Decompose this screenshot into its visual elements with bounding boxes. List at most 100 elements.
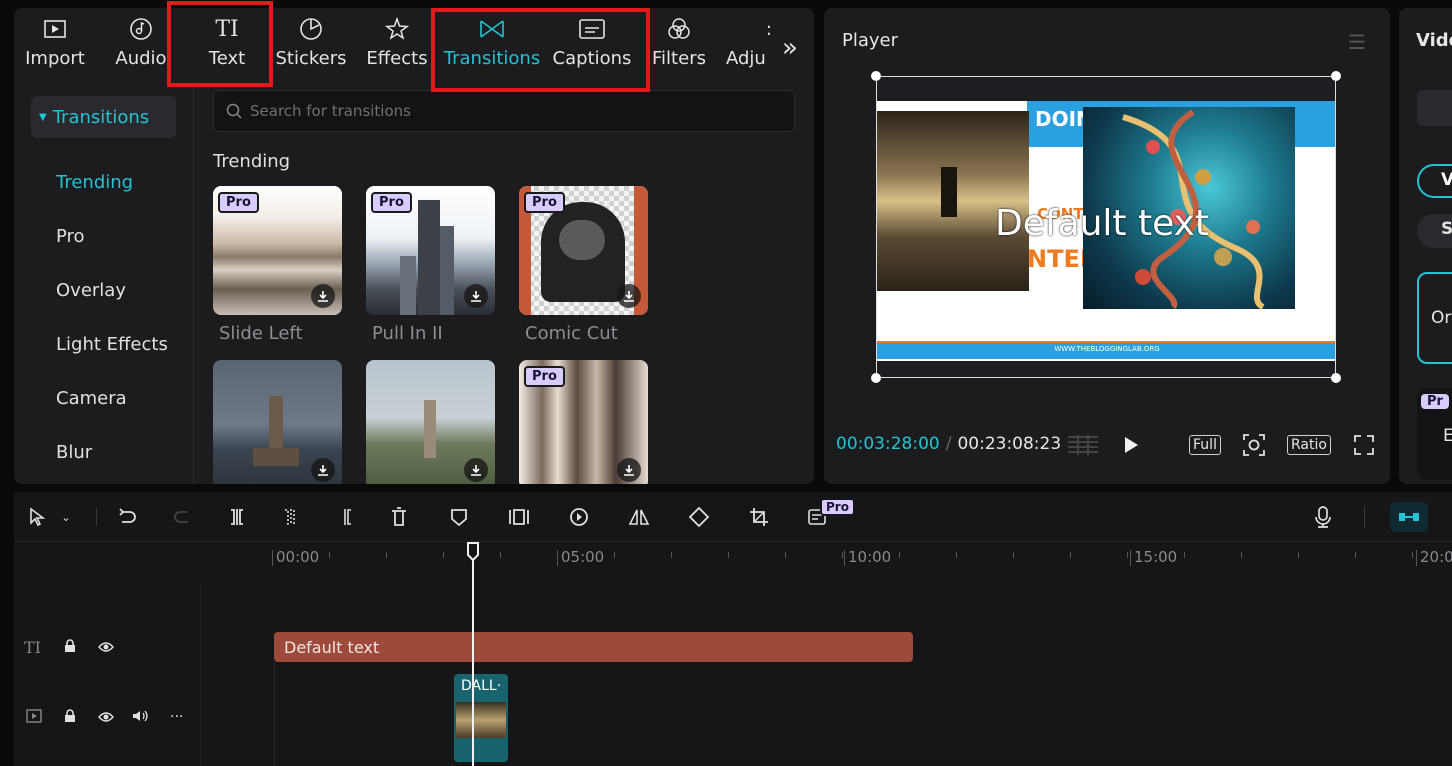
- property-field[interactable]: [1417, 90, 1452, 126]
- ratio-label: Ratio: [1287, 435, 1331, 455]
- option-card-2[interactable]: Pr E: [1417, 388, 1452, 480]
- transition-card-5[interactable]: [366, 360, 495, 484]
- video-clip[interactable]: DALL·: [454, 674, 508, 762]
- transition-card-4[interactable]: [213, 360, 342, 484]
- tab-captions[interactable]: Captions: [552, 14, 632, 78]
- download-icon[interactable]: [311, 458, 335, 482]
- tab-filters[interactable]: Filters: [648, 14, 710, 78]
- mirror-icon[interactable]: [626, 504, 652, 530]
- option-card-2-label: E: [1443, 426, 1452, 446]
- text-clip-label: Default text: [284, 637, 380, 657]
- eye-icon[interactable]: [98, 708, 114, 727]
- card-label: Slide Left: [219, 323, 303, 344]
- tab-effects[interactable]: Effects: [366, 14, 428, 78]
- text-clip[interactable]: Default text: [274, 632, 913, 662]
- tab-label: Import: [25, 48, 85, 69]
- time-ruler[interactable]: 00:00 05:00 10:00 15:00 20:0: [272, 542, 1452, 572]
- ruler-tick: [1127, 552, 1128, 558]
- redo-icon[interactable]: [170, 504, 196, 530]
- lock-icon[interactable]: [64, 638, 76, 657]
- sidebar-item-overlay[interactable]: Overlay: [56, 280, 126, 301]
- sidebar-item-blur[interactable]: Blur: [56, 442, 92, 463]
- sidebar-header-label: Transitions: [52, 106, 150, 128]
- undo-icon[interactable]: [114, 504, 140, 530]
- tab-adjust[interactable]: : Adju: [722, 14, 772, 78]
- ruler-tick: [1184, 552, 1185, 558]
- transition-card-6[interactable]: Pro: [519, 360, 648, 484]
- split-right-icon[interactable]: [332, 504, 358, 530]
- properties-title: Vide: [1416, 30, 1452, 51]
- filters-icon: [667, 14, 691, 44]
- playhead[interactable]: [472, 550, 474, 766]
- video-tab-button[interactable]: V: [1417, 164, 1452, 198]
- section-title: Trending: [213, 151, 291, 172]
- download-icon[interactable]: [311, 284, 335, 308]
- pro-badge: Pro: [820, 498, 855, 516]
- eye-icon[interactable]: [98, 638, 114, 657]
- speed-icon[interactable]: [566, 504, 592, 530]
- timeline-grid-icon[interactable]: [1066, 432, 1100, 458]
- overlay-default-text[interactable]: Default text: [995, 203, 1209, 244]
- sidebar-item-pro[interactable]: Pro: [56, 226, 85, 247]
- resize-handle[interactable]: [871, 71, 881, 81]
- tab-transitions[interactable]: Transitions: [444, 14, 540, 78]
- ratio-button[interactable]: Ratio: [1286, 432, 1332, 458]
- magnet-link-toggle[interactable]: [1390, 502, 1428, 532]
- microphone-icon[interactable]: [1310, 504, 1336, 530]
- search-bar: [213, 90, 795, 132]
- ruler-tick: [272, 552, 273, 558]
- tab-label: Captions: [552, 48, 632, 69]
- transition-card-comic-cut[interactable]: Pro: [519, 186, 648, 315]
- adjust-icon: :: [765, 18, 772, 40]
- ruler-tick: [956, 552, 957, 558]
- tab-stickers[interactable]: Stickers: [276, 14, 347, 78]
- transition-card-pull-in-ii[interactable]: Pro: [366, 186, 495, 315]
- split-icon[interactable]: [224, 504, 250, 530]
- menu-icon[interactable]: ☰: [1348, 30, 1366, 54]
- text-track-icon: TI: [24, 637, 41, 657]
- resize-handle[interactable]: [1331, 71, 1341, 81]
- option-card[interactable]: Or: [1417, 272, 1452, 364]
- search-input[interactable]: [250, 102, 770, 120]
- rotate-icon[interactable]: [686, 504, 712, 530]
- ruler-tick: [1070, 552, 1071, 558]
- tab-audio[interactable]: Audio: [110, 14, 172, 78]
- ruler-tick: [842, 552, 843, 558]
- tab-text[interactable]: TI Text: [196, 14, 258, 78]
- fullscreen-icon[interactable]: [1352, 432, 1376, 458]
- download-icon[interactable]: [464, 284, 488, 308]
- tab-import[interactable]: Import: [24, 14, 86, 78]
- split-left-icon[interactable]: [278, 504, 304, 530]
- video-preview[interactable]: DOING CONTE NTEN Default text WWW.THEBLO…: [876, 76, 1336, 378]
- download-icon[interactable]: [617, 284, 641, 308]
- crop-icon[interactable]: [746, 504, 772, 530]
- ruler-tick: [1013, 552, 1014, 558]
- marker-icon[interactable]: [446, 504, 472, 530]
- pro-badge: Pr: [1421, 394, 1449, 409]
- speed-tab-button[interactable]: S: [1417, 214, 1452, 248]
- delete-icon[interactable]: [386, 504, 412, 530]
- tab-label: Effects: [366, 48, 428, 69]
- sidebar-item-camera[interactable]: Camera: [56, 388, 127, 409]
- resize-handle[interactable]: [871, 373, 881, 383]
- download-icon[interactable]: [617, 458, 641, 482]
- more-tabs-button[interactable]: »: [772, 30, 808, 66]
- lock-icon[interactable]: [64, 708, 76, 727]
- ruler-tick: [1241, 552, 1242, 558]
- sidebar-header[interactable]: ▼ Transitions: [31, 96, 176, 138]
- ruler-tick: [899, 552, 900, 558]
- sidebar-item-trending[interactable]: Trending: [56, 172, 133, 193]
- zoom-icon[interactable]: [1240, 432, 1268, 458]
- playhead-handle[interactable]: [466, 542, 480, 566]
- play-button[interactable]: [1120, 432, 1142, 458]
- download-icon[interactable]: [464, 458, 488, 482]
- transition-card-slide-left[interactable]: Pro: [213, 186, 342, 315]
- more-icon[interactable]: ···: [170, 709, 183, 725]
- chevron-down-icon[interactable]: ⌄: [58, 504, 74, 530]
- select-tool-icon[interactable]: [24, 504, 50, 530]
- speaker-icon[interactable]: [132, 708, 150, 727]
- freeze-icon[interactable]: [506, 504, 532, 530]
- sidebar-item-light-effects[interactable]: Light Effects: [56, 334, 168, 355]
- full-quality-button[interactable]: Full: [1188, 432, 1222, 458]
- resize-handle[interactable]: [1331, 373, 1341, 383]
